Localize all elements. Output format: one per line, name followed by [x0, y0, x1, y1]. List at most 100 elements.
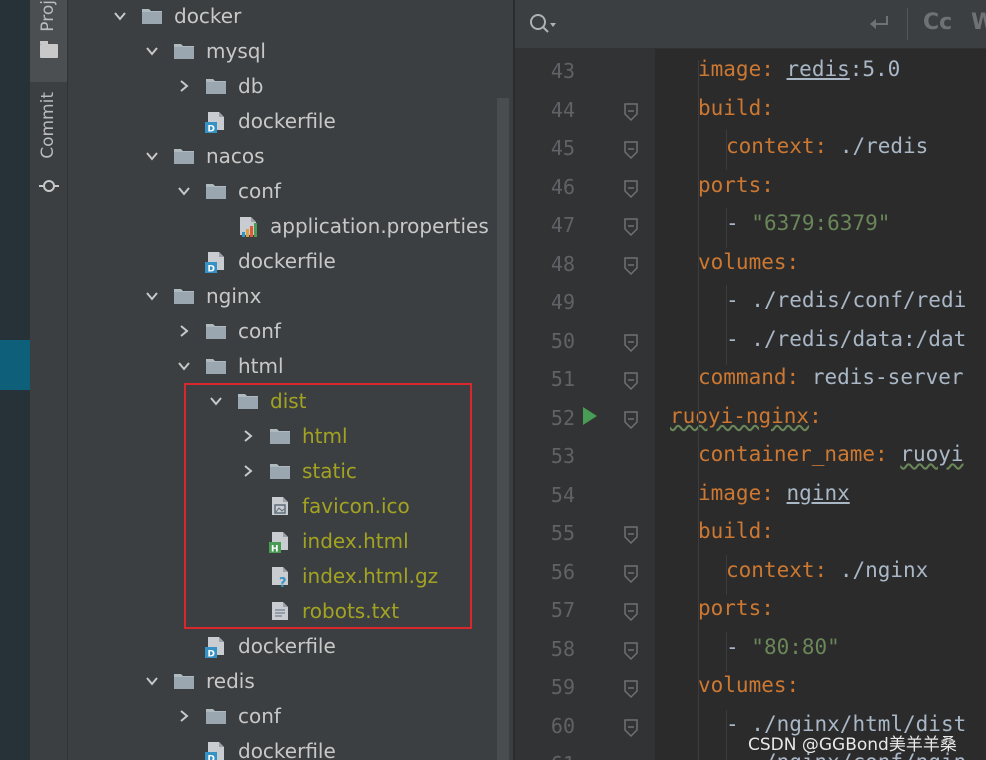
yaml-key: ports: [698, 172, 762, 197]
yaml-colon: :: [809, 403, 822, 428]
chevron-down-icon[interactable]: [145, 149, 159, 163]
code-line[interactable]: command: redis-server: [698, 365, 964, 389]
tree-item-label: dockerfile: [238, 109, 336, 133]
yaml-value: ruoyi: [900, 442, 964, 466]
tree-item-dockerfile[interactable]: Ddockerfile: [68, 629, 513, 664]
tree-item-nginx[interactable]: nginx: [68, 279, 513, 314]
tool-window-strip: Proj Commit: [30, 0, 68, 760]
chevron-down-icon[interactable]: [145, 674, 159, 688]
line-number: 47: [550, 213, 575, 237]
tree-item-conf[interactable]: conf: [68, 174, 513, 209]
tree-item-html[interactable]: html: [68, 349, 513, 384]
code-line[interactable]: container_name: ruoyi: [698, 442, 964, 466]
folder-icon: [205, 356, 227, 376]
fold-marker-icon[interactable]: [623, 333, 639, 353]
tree-item-label: conf: [238, 319, 281, 343]
tree-item-label: dockerfile: [238, 739, 336, 760]
tree-item-conf[interactable]: conf: [68, 314, 513, 349]
code-line[interactable]: - ./redis/data:/dat: [726, 327, 966, 351]
code-line[interactable]: context: ./redis: [726, 134, 928, 158]
tree-item-db[interactable]: db: [68, 69, 513, 104]
folder-icon: [173, 41, 195, 61]
run-service-icon[interactable]: [583, 407, 597, 425]
code-line[interactable]: volumes:: [698, 250, 799, 274]
code-line[interactable]: volumes:: [698, 673, 799, 697]
tree-item-label: application.properties: [270, 214, 489, 238]
fold-marker-icon[interactable]: [623, 140, 639, 160]
yaml-list-item: "6379:6379": [751, 211, 891, 235]
fold-marker-icon[interactable]: [623, 256, 639, 276]
code-line[interactable]: context: ./nginx: [726, 558, 928, 582]
fold-marker-icon[interactable]: [623, 718, 639, 738]
tree-item-application-properties[interactable]: application.properties: [68, 209, 513, 244]
chevron-right-icon[interactable]: [177, 709, 191, 723]
code-line[interactable]: - "80:80": [726, 635, 840, 659]
code-line[interactable]: ports:: [698, 173, 774, 197]
fold-marker-icon[interactable]: [623, 371, 639, 391]
chevron-down-icon[interactable]: [113, 9, 127, 23]
properties-file-icon: [237, 216, 259, 237]
code-line[interactable]: build:: [698, 96, 774, 120]
search-icon[interactable]: [528, 12, 558, 36]
enter-icon[interactable]: [867, 13, 891, 35]
yaml-key: context: [726, 134, 815, 158]
chevron-down-icon[interactable]: [145, 289, 159, 303]
code-line[interactable]: ports:: [698, 596, 774, 620]
tree-item-dockerfile[interactable]: Ddockerfile: [68, 244, 513, 279]
fold-marker-icon[interactable]: [623, 641, 639, 661]
svg-text:D: D: [208, 755, 215, 760]
line-number: 53: [550, 444, 575, 468]
tree-item-redis[interactable]: redis: [68, 664, 513, 699]
fold-marker-icon[interactable]: [623, 179, 639, 199]
watermark: CSDN @GGBond美羊羊桑: [748, 735, 957, 755]
dockerfile-file-icon: D: [205, 111, 227, 135]
chevron-right-icon[interactable]: [177, 79, 191, 93]
folder-icon: [141, 6, 163, 26]
code-line[interactable]: - ./redis/conf/redi: [726, 288, 966, 312]
fold-marker-icon[interactable]: [623, 217, 639, 237]
yaml-list-item: ./redis/conf/redi: [751, 288, 967, 312]
project-tool-tab[interactable]: Proj: [30, 0, 67, 82]
fold-marker-icon[interactable]: [623, 102, 639, 122]
code-line[interactable]: build:: [698, 519, 774, 543]
tree-item-dockerfile[interactable]: Ddockerfile: [68, 104, 513, 139]
words-button[interactable]: W: [971, 10, 986, 35]
code-line[interactable]: image: redis:5.0: [698, 57, 900, 81]
tree-item-label: dockerfile: [238, 634, 336, 658]
yaml-key: build: [698, 95, 762, 120]
list-dash: -: [726, 288, 752, 312]
yaml-colon: :: [761, 172, 774, 197]
code-line[interactable]: ruoyi-nginx:: [670, 404, 822, 428]
line-number: 58: [550, 636, 575, 661]
chevron-down-icon[interactable]: [177, 184, 191, 198]
tree-item-docker[interactable]: docker: [68, 0, 513, 34]
fold-marker-icon[interactable]: [623, 602, 639, 622]
fold-marker-icon[interactable]: [623, 564, 639, 584]
fold-marker-icon[interactable]: [623, 410, 639, 430]
tree-item-mysql[interactable]: mysql: [68, 34, 513, 69]
chevron-down-icon[interactable]: [145, 44, 159, 58]
line-number: 51: [550, 367, 575, 391]
yaml-key: container_name: [698, 442, 876, 466]
yaml-key: context: [726, 557, 815, 582]
indent-guide: [726, 208, 727, 248]
chevron-down-icon[interactable]: [177, 359, 191, 373]
tree-item-nacos[interactable]: nacos: [68, 139, 513, 174]
fold-marker-icon[interactable]: [623, 679, 639, 699]
tree-item-conf[interactable]: conf: [68, 699, 513, 734]
tree-item-dockerfile[interactable]: Ddockerfile: [68, 734, 513, 760]
highlight-annotation-box: [184, 383, 472, 629]
chevron-right-icon[interactable]: [177, 324, 191, 338]
list-dash: -: [726, 211, 752, 235]
tree-scrollbar[interactable]: [497, 98, 509, 760]
commit-tool-tab[interactable]: Commit: [30, 92, 67, 202]
toolbar-divider: [907, 8, 908, 40]
code-line[interactable]: - "6379:6379": [726, 211, 890, 235]
fold-marker-icon[interactable]: [623, 525, 639, 545]
code-line[interactable]: image: nginx: [698, 481, 850, 505]
match-case-button[interactable]: Cc: [923, 10, 952, 35]
line-number: 59: [550, 675, 575, 699]
yaml-key: ruoyi-nginx: [670, 403, 810, 428]
code-editor[interactable]: Cc W 43 image: redis:5.0 44 build: 45 context…: [515, 0, 986, 760]
svg-text:D: D: [208, 125, 215, 134]
